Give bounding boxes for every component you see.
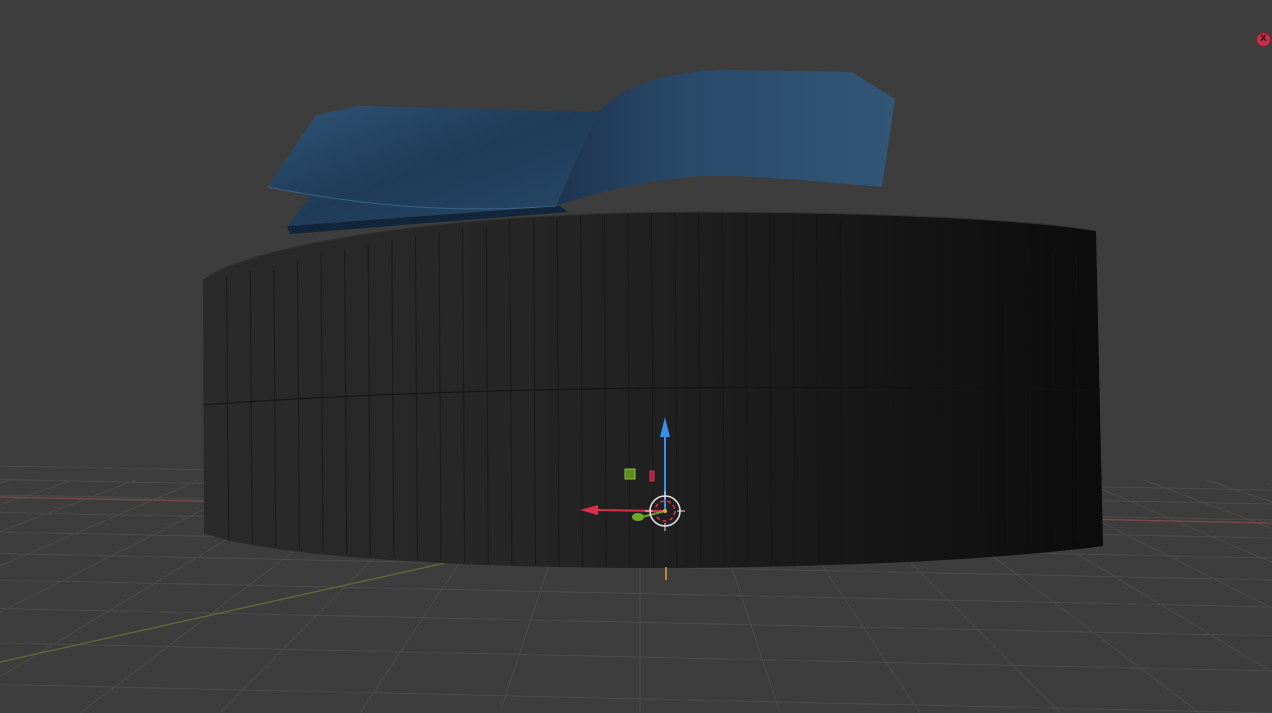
3d-viewport[interactable]: X [0, 0, 1272, 713]
grid-line [0, 642, 1272, 672]
close-button[interactable]: X [1256, 32, 1271, 47]
gizmo-plane-handle-green[interactable] [624, 468, 636, 480]
grid-line [0, 479, 11, 484]
viewport-scene[interactable] [0, 0, 1272, 713]
surface-mesh[interactable] [267, 70, 895, 234]
grid-line [1080, 479, 1272, 564]
gizmo-y-handle[interactable] [632, 513, 644, 521]
gizmo-plane-handle-red[interactable] [649, 470, 655, 482]
grid-line [0, 684, 1272, 713]
grid-line [0, 608, 1272, 637]
x-icon: X [1260, 34, 1267, 44]
grid-line [0, 479, 74, 506]
grid-line [1143, 479, 1272, 529]
grid-line [1206, 479, 1272, 503]
y-axis-line [0, 562, 446, 663]
grid-line [0, 579, 1272, 608]
